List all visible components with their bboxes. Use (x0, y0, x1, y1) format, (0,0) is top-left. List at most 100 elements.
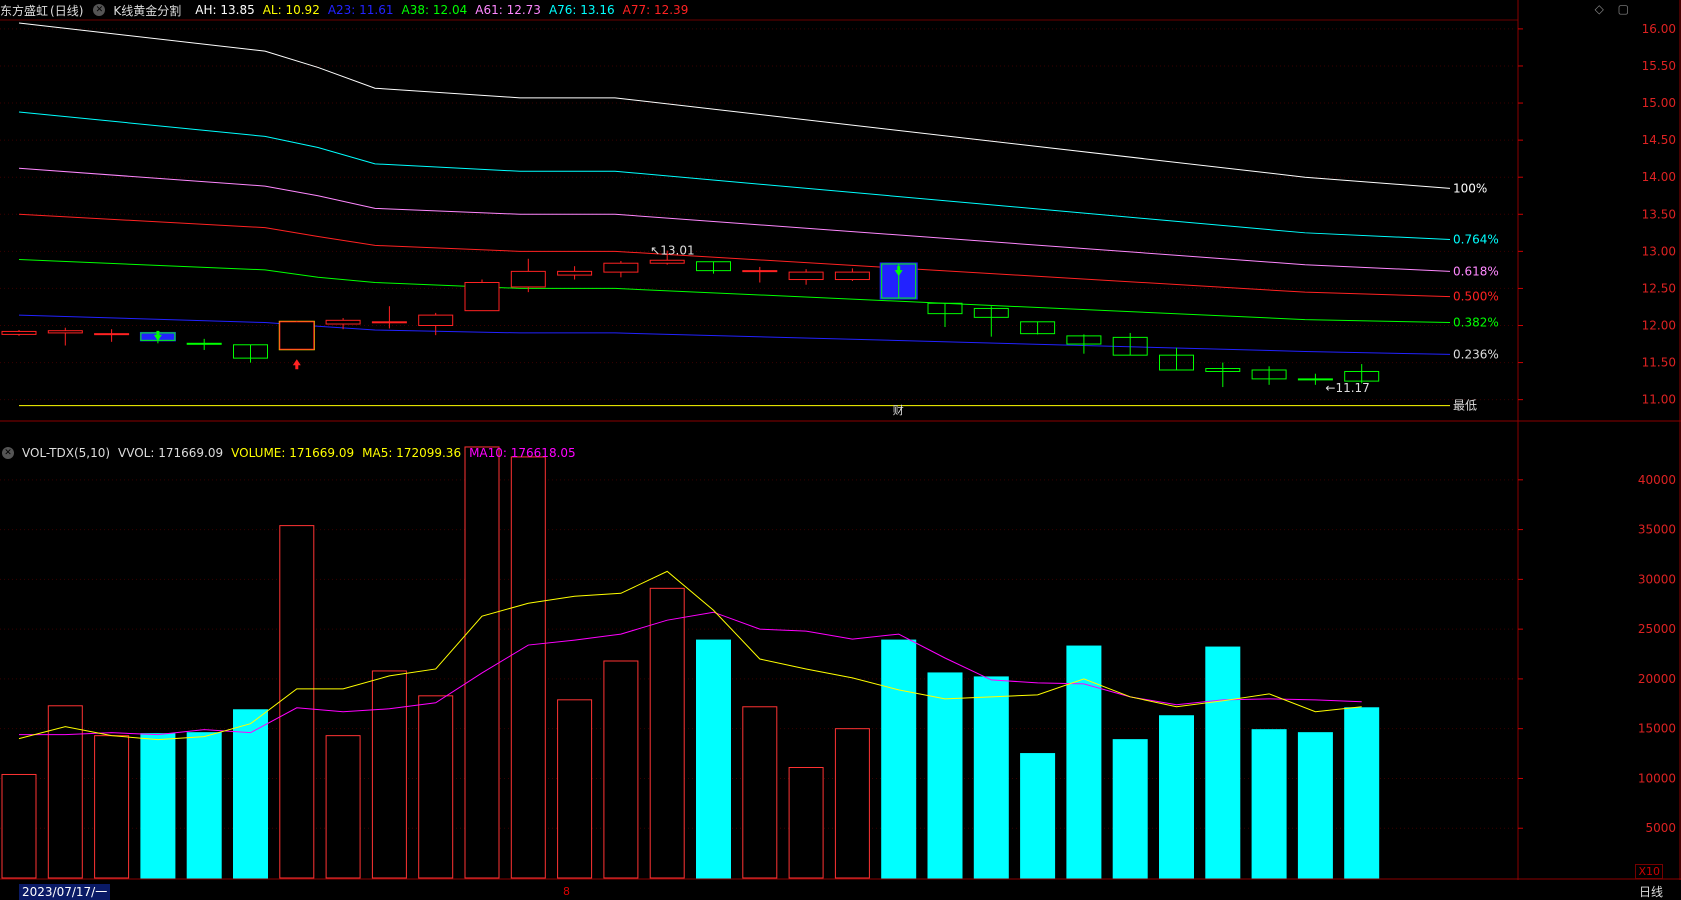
price-tick-label: 15.50 (1642, 59, 1676, 73)
volume-bar (1159, 715, 1194, 879)
fib-label: 最低 (1453, 399, 1477, 413)
fib-line (18, 22, 1451, 189)
volume-bar (1112, 739, 1148, 879)
candle (603, 260, 639, 278)
volume-bar (742, 706, 778, 879)
candle (834, 268, 870, 282)
low-annotation: ←11.17 (1325, 381, 1369, 395)
candle-body (649, 259, 685, 264)
fib-label: 0.236% (1453, 347, 1499, 361)
candle-body (325, 319, 361, 325)
value-ah: AH: 13.85 (195, 3, 255, 17)
volume-bar (186, 732, 222, 879)
window-icon[interactable]: ▢ (1618, 2, 1629, 16)
volume-tick-label: 5000 (1645, 821, 1676, 835)
candle-body (603, 262, 639, 273)
fib-label: 100% (1453, 181, 1487, 195)
candle (1020, 321, 1056, 335)
volume-bar (279, 525, 315, 879)
value-a38: A38: 12.04 (401, 3, 468, 17)
stock-name[interactable]: 东方盛虹 (0, 2, 48, 19)
candle (788, 269, 824, 285)
price-tick-label: 14.00 (1642, 170, 1676, 184)
candle (1205, 362, 1241, 388)
candle (510, 258, 546, 293)
candle-body (510, 270, 546, 288)
candle-body (371, 321, 407, 324)
volume-bar (94, 735, 130, 879)
volume-bar (47, 705, 83, 879)
value-al: AL: 10.92 (262, 3, 320, 17)
price-tick-label: 13.00 (1642, 244, 1676, 258)
candle (1251, 366, 1287, 385)
candle (279, 321, 315, 350)
volume-bar (834, 728, 870, 879)
candle (47, 327, 83, 346)
candle-body (834, 271, 870, 281)
ma10-value: MA10: 176618.05 (469, 446, 576, 460)
candle (742, 266, 778, 283)
volume-bar (1297, 732, 1333, 879)
period-label: (日线) (50, 3, 84, 18)
candle (557, 266, 593, 280)
candle-body (1297, 378, 1333, 381)
date-box: 2023/07/17/一 (19, 884, 111, 900)
price-tick-label: 11.50 (1642, 356, 1676, 370)
fib-label: 0.500% (1453, 290, 1499, 304)
candle-body (94, 333, 130, 336)
volume-bar (1020, 753, 1056, 879)
price-tick-label: 12.50 (1642, 281, 1676, 295)
price-tick-label: 12.00 (1642, 319, 1676, 333)
fib-line (18, 167, 1451, 272)
period-label[interactable]: 日线 (1639, 883, 1663, 900)
indicator-icon[interactable]: ✕ (93, 4, 106, 16)
volume-bar (325, 735, 361, 879)
status-bar: 2023/07/17/一 8 X10 日线 (0, 864, 1681, 900)
candles: ↖13.01 ←11.17 财 (1, 244, 1380, 417)
candle-body (47, 330, 83, 334)
fib-label: 0.764% (1453, 232, 1499, 246)
volume-bar (603, 660, 639, 879)
vvol-value: VVOL: 171669.09 (118, 446, 224, 460)
volume-bar (696, 639, 731, 879)
volume-bar (649, 587, 685, 879)
candle (233, 344, 268, 363)
diamond-icon[interactable]: ◇ (1595, 2, 1604, 16)
indicator-name[interactable]: K线黄金分割 (113, 2, 181, 19)
volume-bar (1066, 645, 1102, 879)
price-tick-label: 11.00 (1642, 393, 1676, 407)
volume-bar (510, 456, 546, 879)
volume-tick-label: 10000 (1638, 771, 1676, 785)
candle (1159, 347, 1194, 371)
volume-tick-label: 40000 (1638, 473, 1676, 487)
ma5-value: MA5: 172099.36 (362, 446, 462, 460)
volume-bar (927, 672, 963, 879)
axes: 16.00 15.50 15.00 14.50 14.00 13.50 13.00 12.50… (1517, 0, 1681, 880)
volume-indicator[interactable]: VOL-TDX(5,10) (22, 446, 110, 460)
event-mark: 财 (893, 403, 904, 417)
candle (186, 338, 222, 350)
volume-bar (371, 670, 407, 879)
volume-bar (418, 695, 454, 879)
buy-arrow-icon (292, 359, 301, 370)
value-a23: A23: 11.61 (327, 3, 394, 17)
indicator-icon[interactable]: ✕ (2, 447, 14, 459)
candle (1112, 332, 1148, 356)
volume-value: VOLUME: 171669.09 (231, 446, 355, 460)
volume-bar (881, 639, 917, 879)
volume-bar (973, 676, 1009, 879)
fib-levels: 100% 0.764% 0.618% 0.500% 0.382% 0.236% 最低 (18, 22, 1499, 413)
volume-header: ✕ VOL-TDX(5,10) VVOL: 171669.09 VOLUME: … (0, 443, 584, 463)
fib-label: 0.618% (1453, 264, 1499, 278)
volume-bar (557, 699, 593, 879)
fib-label: 0.382% (1453, 316, 1499, 330)
price-tick-label: 15.00 (1642, 96, 1676, 110)
volume-bar (464, 446, 500, 879)
volume-tick-label: 30000 (1638, 572, 1676, 586)
unit-badge: X10 (1635, 864, 1663, 879)
price-tick-label: 16.00 (1642, 22, 1676, 36)
volume-tick-label: 25000 (1638, 622, 1676, 636)
price-tick-label: 13.50 (1642, 207, 1676, 221)
candle (1, 329, 37, 336)
value-a61: A61: 12.73 (475, 3, 541, 17)
